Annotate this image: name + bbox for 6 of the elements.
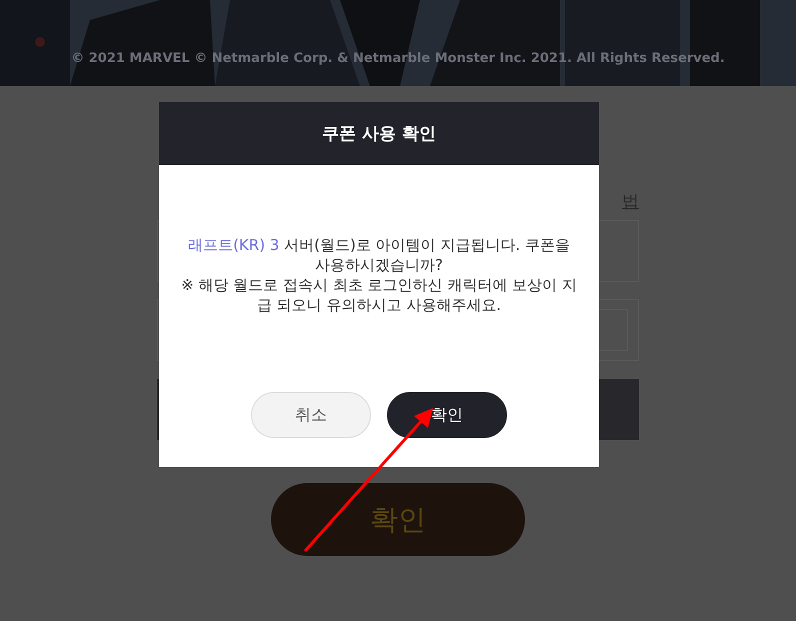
dialog-notice: ※ 해당 월드로 접속시 최초 로그인하신 캐릭터에 보상이 지급 되오니 유의하시고 사용해주세요. [180, 275, 578, 315]
confirm-button[interactable]: 확인 [387, 392, 507, 438]
cancel-button[interactable]: 취소 [251, 392, 371, 438]
copyright-text: © 2021 MARVEL © Netmarble Corp. & Netmarble Monster Inc. 2021. All Rights Reserved. [71, 51, 725, 66]
dialog-message: 래프트(KR) 3 서버(월드)로 아이템이 지급됩니다. 쿠폰을 사용하시겠습니까? [187, 235, 571, 275]
dialog-title: 쿠폰 사용 확인 [322, 123, 436, 145]
